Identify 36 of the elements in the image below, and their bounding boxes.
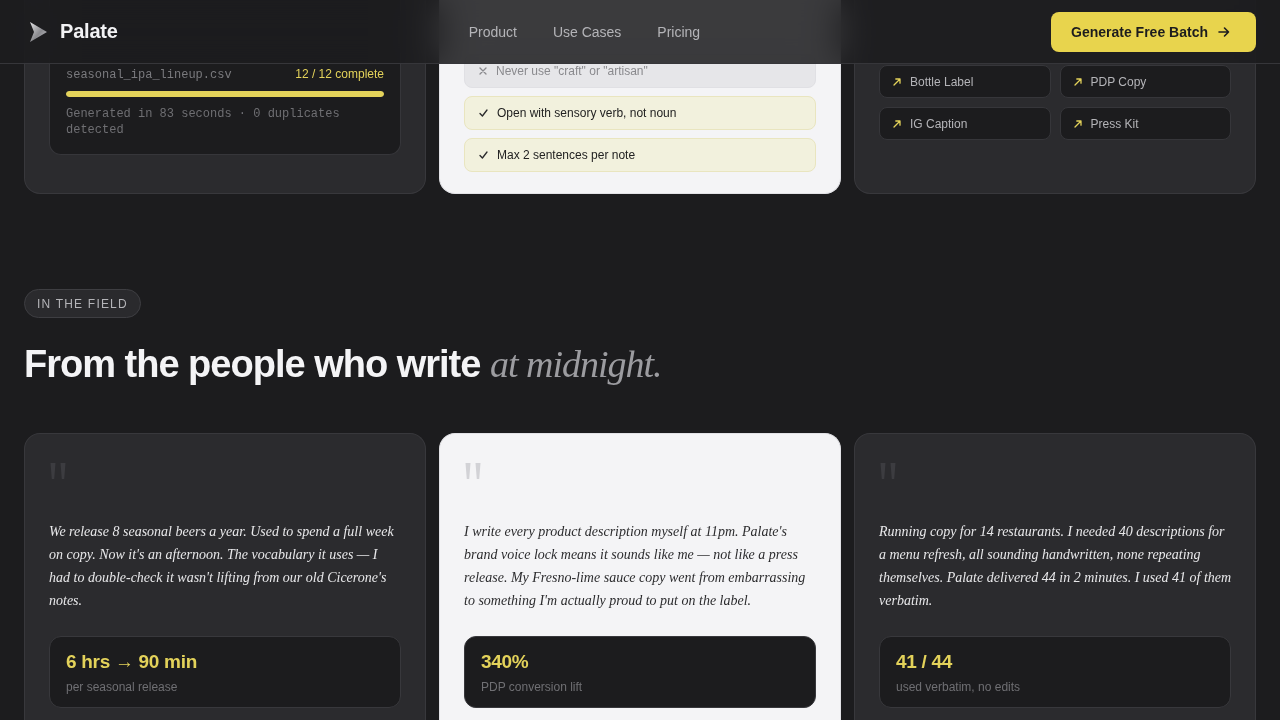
- play-triangle-logo-icon: [30, 21, 47, 42]
- section-eyebrow-pill: IN THE FIELD: [24, 289, 141, 318]
- stat-label: PDP conversion lift: [481, 679, 584, 695]
- nav-link[interactable]: Pricing: [657, 23, 701, 40]
- nav-link[interactable]: Product: [468, 23, 517, 40]
- check-icon: [479, 151, 488, 159]
- stat-label: used verbatim, no edits: [896, 679, 1022, 695]
- generate-batch-button[interactable]: Generate Free Batch: [1051, 11, 1256, 52]
- cross-icon: [479, 67, 487, 75]
- testimonial-quote: We release 8 seasonal beers a year. Used to spend a full week on copy. Now it's an afternoon. The vocabulary it uses — I had to double-check it wasn't lifting from our old Cicerone's notes.: [49, 523, 395, 610]
- diagonal-arrow-icon: [1073, 77, 1082, 86]
- diagonal-arrow-icon: [893, 119, 901, 128]
- quote-marks-icon: [465, 463, 481, 479]
- diagonal-arrow-icon: [1073, 119, 1082, 128]
- stat-value: 6 hrs → 90 min: [66, 650, 198, 674]
- format-chip[interactable]: IG Caption: [879, 107, 1051, 140]
- stat-label: per seasonal release: [66, 679, 179, 695]
- section-heading: From the people who write at midnight.: [24, 342, 662, 387]
- rule-text: Max 2 sentences per note: [497, 148, 636, 162]
- format-chip[interactable]: Bottle Label: [879, 65, 1051, 98]
- stat-value: 340%: [481, 650, 530, 674]
- rule-text: Never use "craft" or "artisan": [496, 64, 648, 78]
- arrow-right-icon: [1218, 25, 1230, 38]
- rule-text: Open with sensory verb, not noun: [497, 106, 677, 120]
- format-chip[interactable]: PDP Copy: [1059, 65, 1231, 98]
- nav-link[interactable]: Use Cases: [552, 23, 622, 40]
- format-chip[interactable]: Press Kit: [1059, 107, 1231, 140]
- stat-value: 41 / 44: [896, 650, 954, 674]
- testimonial-quote: Running copy for 14 restaurants. I needed 40 descriptions for a menu refresh, all sounding handwritten, none repeating themselves. Palate delivered 44 in 2 minutes. I used 41 of them verbatim.: [879, 523, 1232, 610]
- batch-summary: Generated in 83 seconds · 0 duplicates detected: [66, 106, 341, 138]
- diagonal-arrow-icon: [893, 77, 901, 86]
- batch-status: 12 / 12 complete: [295, 66, 384, 82]
- testimonial-quote: I write every product description myself at 11pm. Palate's brand voice lock means it sounds like me — not like a press release. My Fresno-lime sauce copy went from embarrassing to something I'm actually proud to put on the label.: [464, 523, 807, 610]
- check-icon: [479, 109, 488, 117]
- file-name: seasonal_ipa_lineup.csv: [66, 67, 232, 83]
- logo-link[interactable]: Palate: [24, 20, 118, 43]
